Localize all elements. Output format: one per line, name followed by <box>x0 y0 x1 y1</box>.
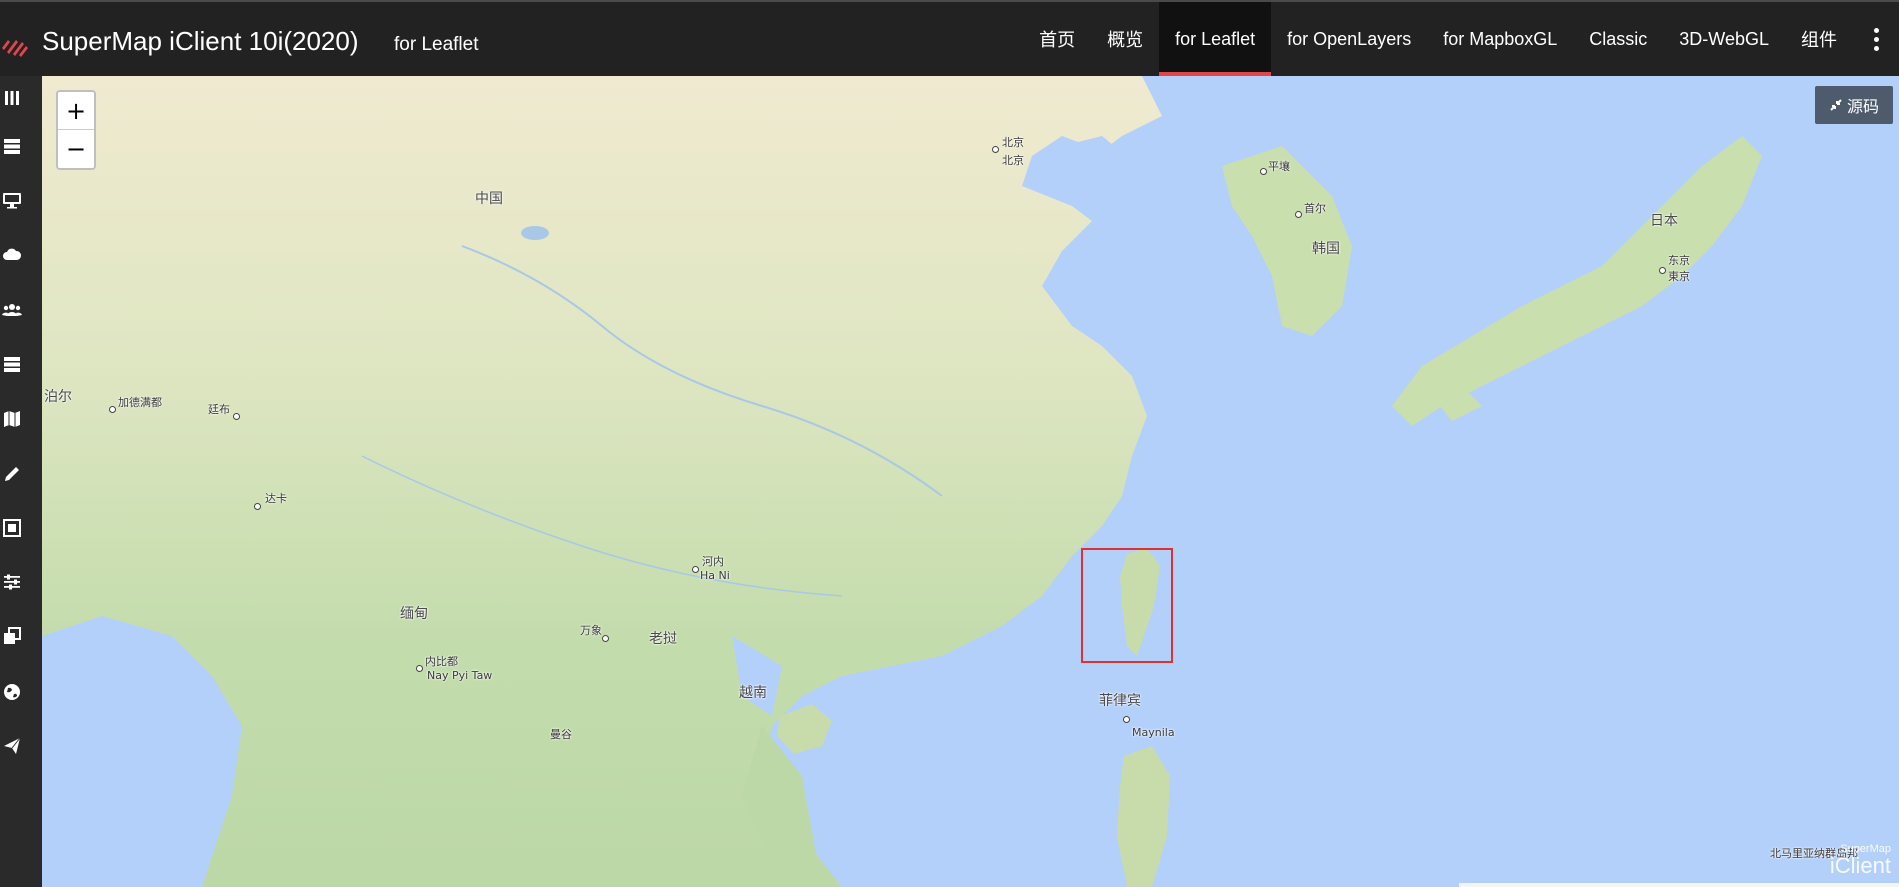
left-sidebar <box>0 76 42 887</box>
city-dot-dhaka <box>254 503 261 510</box>
label-myanmar: 缅甸 <box>400 606 428 622</box>
city-dot-thimphu <box>233 413 240 420</box>
compress-icon <box>1830 99 1842 111</box>
server-icon[interactable] <box>0 134 24 158</box>
city-dot-manila <box>1123 716 1130 723</box>
label-thimphu: 廷布 <box>208 403 230 416</box>
label-naypyitaw: 内比都 <box>425 655 458 668</box>
label-china: 中国 <box>475 191 503 207</box>
nav-item-mapboxgl[interactable]: for MapboxGL <box>1427 2 1573 76</box>
city-dot-naypyitaw <box>416 665 423 672</box>
cloud-icon[interactable] <box>0 243 24 267</box>
map-view[interactable]: 中国 北京 北京 平壤 首尔 韩国 日本 东京 東京 泊尔 加德满都 廷布 达卡… <box>42 76 1899 887</box>
label-philippines: 菲律宾 <box>1099 693 1141 709</box>
city-dot-tokyo <box>1659 267 1666 274</box>
city-dot-vientiane <box>602 635 609 642</box>
zoom-control: + − <box>56 90 96 170</box>
map-base-layer[interactable] <box>42 76 1899 887</box>
label-seoul: 首尔 <box>1304 202 1326 215</box>
pencil-icon[interactable] <box>0 462 24 486</box>
vertical-dots-icon[interactable] <box>1853 2 1899 76</box>
label-vientiane: 万象 <box>580 624 602 637</box>
label-tokyo-b: 東京 <box>1668 270 1690 283</box>
columns-icon[interactable] <box>0 86 24 110</box>
desktop-icon[interactable] <box>0 188 24 212</box>
label-bangkok: 曼谷 <box>550 728 572 741</box>
label-manila: Maynila <box>1132 726 1175 739</box>
label-korea: 韩国 <box>1312 241 1340 257</box>
frame-icon[interactable] <box>0 516 24 540</box>
source-code-button[interactable]: 源码 <box>1815 86 1893 124</box>
attribution-strip <box>1459 883 1899 887</box>
label-japan: 日本 <box>1650 213 1678 229</box>
city-dot-pyongyang <box>1260 168 1267 175</box>
label-beijing-b: 北京 <box>1002 154 1024 167</box>
city-dot-kathmandu <box>109 406 116 413</box>
label-nepal: 泊尔 <box>44 389 72 405</box>
brand-subtitle: for Leaflet <box>394 34 479 55</box>
globe-icon[interactable] <box>0 680 24 704</box>
main-nav: 首页 概览 for Leaflet for OpenLayers for Map… <box>1023 2 1899 76</box>
iclient-watermark: SuperMap iClient <box>1830 844 1891 877</box>
city-dot-beijing <box>992 146 999 153</box>
highlight-rectangle[interactable] <box>1081 548 1173 663</box>
label-hanoi: 河内 <box>702 555 724 568</box>
city-dot-seoul <box>1295 211 1302 218</box>
zoom-in-button[interactable]: + <box>58 92 94 130</box>
database-icon[interactable] <box>0 352 24 376</box>
city-dot-hanoi <box>692 566 699 573</box>
paper-plane-icon[interactable] <box>0 734 24 758</box>
map-icon[interactable] <box>0 407 24 431</box>
users-icon[interactable] <box>0 298 24 322</box>
zoom-out-button[interactable]: − <box>58 130 94 168</box>
supermap-logo-icon[interactable] <box>0 28 30 58</box>
sliders-icon[interactable] <box>0 570 24 594</box>
label-pyongyang: 平壤 <box>1268 160 1290 173</box>
clone-icon[interactable] <box>0 624 24 648</box>
nav-item-components[interactable]: 组件 <box>1785 2 1853 76</box>
label-hanoi-en: Ha Ni <box>700 569 730 582</box>
label-kathmandu: 加德满都 <box>118 396 162 409</box>
nav-item-leaflet[interactable]: for Leaflet <box>1159 2 1272 76</box>
label-naypyitaw-en: Nay Pyi Taw <box>427 669 493 682</box>
top-navbar: SuperMap iClient 10i(2020) for Leaflet 首… <box>0 0 1899 76</box>
nav-item-overview[interactable]: 概览 <box>1091 2 1159 76</box>
source-code-label: 源码 <box>1846 97 1879 116</box>
watermark-main-text: iClient <box>1829 853 1891 878</box>
nav-item-3d-webgl[interactable]: 3D-WebGL <box>1663 2 1785 76</box>
label-dhaka: 达卡 <box>265 492 287 505</box>
nav-item-classic[interactable]: Classic <box>1573 2 1663 76</box>
label-tokyo-a: 东京 <box>1668 254 1690 267</box>
label-vietnam: 越南 <box>739 685 767 701</box>
label-laos: 老挝 <box>649 631 677 647</box>
label-beijing-a: 北京 <box>1002 136 1024 149</box>
nav-item-home[interactable]: 首页 <box>1023 2 1091 76</box>
nav-item-openlayers[interactable]: for OpenLayers <box>1271 2 1427 76</box>
brand-title[interactable]: SuperMap iClient 10i(2020) <box>42 24 359 58</box>
